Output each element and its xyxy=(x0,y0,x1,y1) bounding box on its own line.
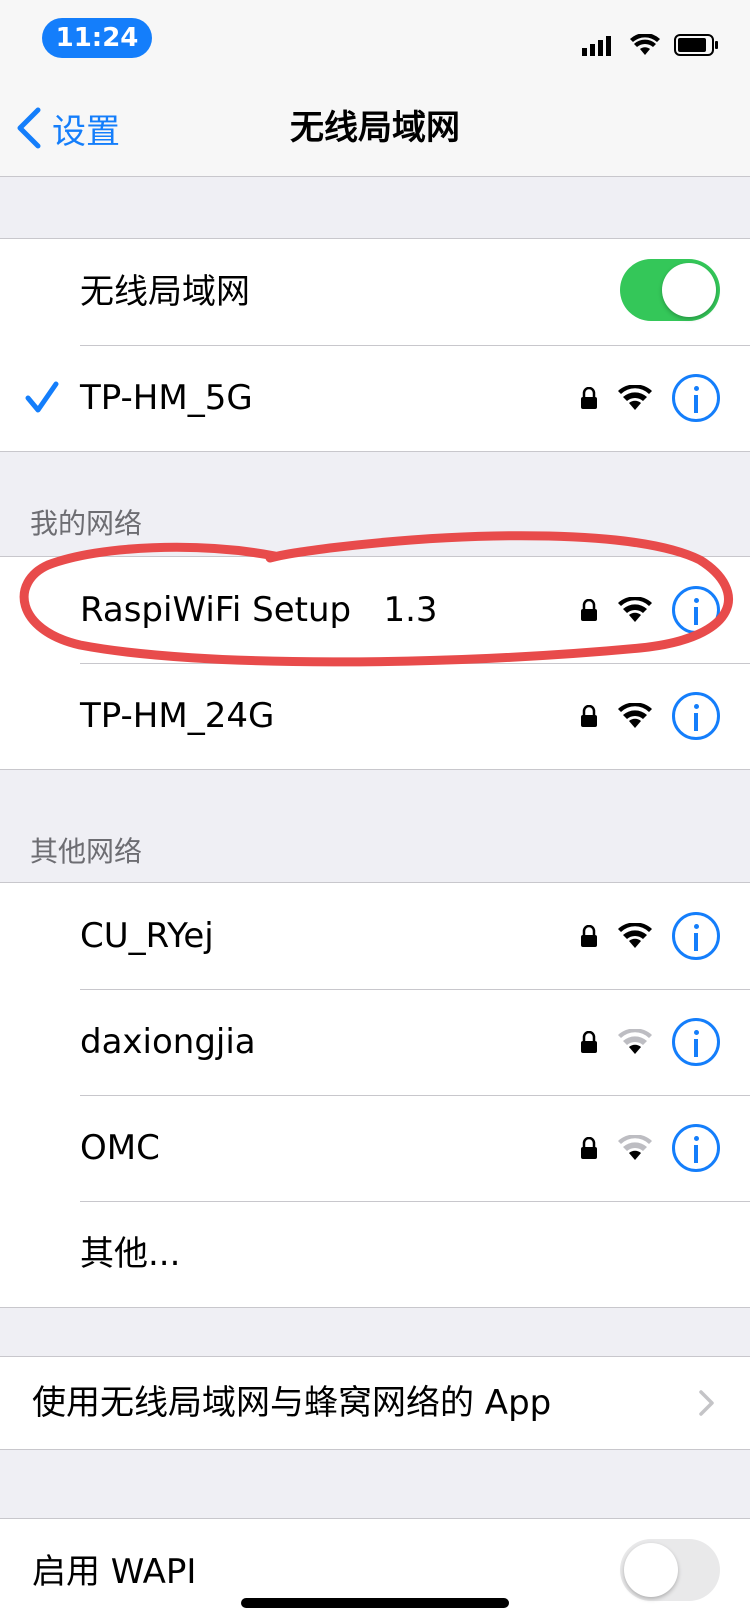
network-row[interactable]: TP-HM_24G xyxy=(0,663,750,769)
wifi-icon xyxy=(618,385,652,410)
lock-icon xyxy=(581,387,597,409)
info-icon[interactable] xyxy=(672,912,720,960)
toggle-knob xyxy=(624,1543,678,1597)
network-accessories xyxy=(580,345,720,451)
network-accessories xyxy=(580,557,720,663)
network-row[interactable]: OMC xyxy=(0,1095,750,1201)
wifi-toggle[interactable] xyxy=(620,259,720,321)
wapi-label: 启用 WAPI xyxy=(32,1552,197,1592)
my-networks-group: RaspiWiFi Setup 1.3 TP-HM_24G xyxy=(0,556,750,770)
section-header-my-networks: 我的网络 xyxy=(30,507,143,540)
info-icon[interactable] xyxy=(672,692,720,740)
cellular-signal-icon xyxy=(582,36,611,56)
network-accessories xyxy=(580,883,720,989)
apps-row-label: 使用无线局域网与蜂窝网络的 App xyxy=(32,1383,552,1423)
apps-row[interactable]: 使用无线局域网与蜂窝网络的 App xyxy=(0,1357,750,1449)
wapi-toggle[interactable] xyxy=(620,1539,720,1601)
chevron-right-icon xyxy=(699,1390,714,1416)
wifi-icon xyxy=(618,923,652,948)
network-name: CU_RYej xyxy=(80,916,214,956)
network-name: OMC xyxy=(80,1128,160,1168)
lock-icon xyxy=(581,599,597,621)
other-network-row[interactable]: 其他... xyxy=(0,1201,750,1307)
wifi-icon xyxy=(618,597,652,622)
info-icon[interactable] xyxy=(672,586,720,634)
wifi-icon xyxy=(618,1135,652,1160)
lock-icon xyxy=(581,1137,597,1159)
other-network-label: 其他... xyxy=(80,1234,181,1274)
network-accessories xyxy=(580,1095,720,1201)
wifi-settings-screen: 11:24 设置 无线局域网 无线局域网 TP-HM_5G 我的网络 Raspi… xyxy=(0,0,750,1624)
checkmark-icon xyxy=(25,381,59,413)
info-icon[interactable] xyxy=(672,374,720,422)
info-icon[interactable] xyxy=(672,1124,720,1172)
wifi-icon xyxy=(618,1029,652,1054)
network-row[interactable]: daxiongjia xyxy=(0,989,750,1095)
apps-group: 使用无线局域网与蜂窝网络的 App xyxy=(0,1356,750,1450)
lock-icon xyxy=(581,705,597,727)
info-icon[interactable] xyxy=(672,1018,720,1066)
wapi-row: 启用 WAPI xyxy=(0,1519,750,1624)
network-accessories xyxy=(580,663,720,769)
network-name: TP-HM_24G xyxy=(80,696,275,736)
wifi-toggle-row: 无线局域网 xyxy=(0,239,750,345)
other-networks-group: CU_RYej daxiongjia OMC 其他... xyxy=(0,882,750,1308)
navigation-bar: 设置 无线局域网 xyxy=(0,80,750,177)
home-indicator[interactable] xyxy=(241,1598,509,1608)
wapi-group: 启用 WAPI xyxy=(0,1518,750,1624)
network-row[interactable]: CU_RYej xyxy=(0,883,750,989)
status-bar: 11:24 xyxy=(0,0,750,80)
lock-icon xyxy=(581,1031,597,1053)
section-header-other-networks: 其他网络 xyxy=(30,835,143,868)
network-name: TP-HM_5G xyxy=(80,378,253,418)
battery-icon xyxy=(674,34,718,56)
page-title: 无线局域网 xyxy=(290,108,460,148)
wifi-icon xyxy=(618,703,652,728)
network-name: RaspiWiFi Setup 1.3 xyxy=(80,590,438,630)
network-accessories xyxy=(580,989,720,1095)
lock-icon xyxy=(581,925,597,947)
status-time: 11:24 xyxy=(42,18,152,58)
wifi-status-icon xyxy=(630,34,660,55)
network-name: daxiongjia xyxy=(80,1022,256,1062)
toggle-knob xyxy=(662,263,716,317)
wifi-group: 无线局域网 TP-HM_5G xyxy=(0,238,750,452)
connected-network-row[interactable]: TP-HM_5G xyxy=(0,345,750,451)
network-row[interactable]: RaspiWiFi Setup 1.3 xyxy=(0,557,750,663)
wifi-toggle-label: 无线局域网 xyxy=(80,272,250,312)
status-icons xyxy=(582,30,720,60)
